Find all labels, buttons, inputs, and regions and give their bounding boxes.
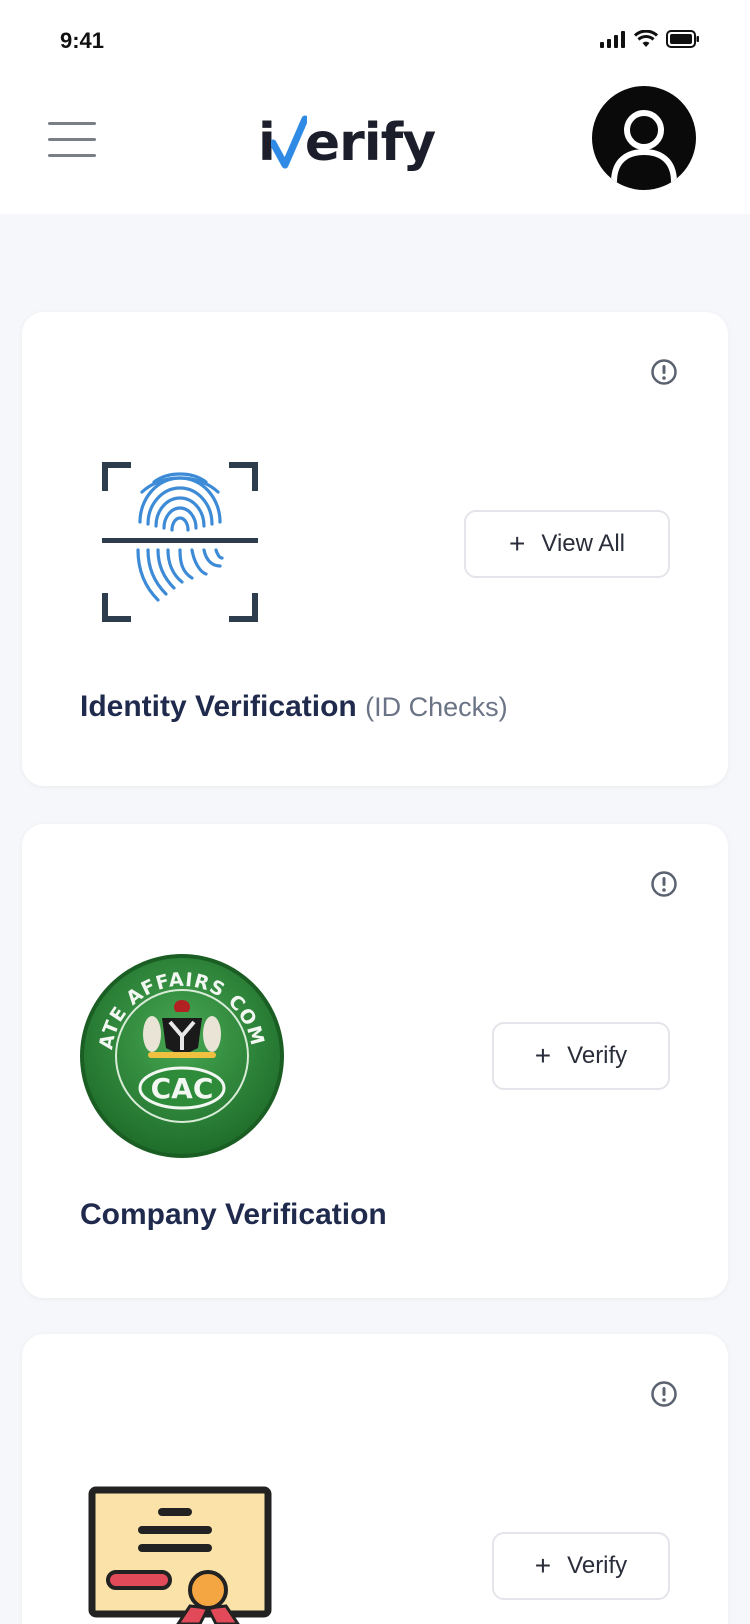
info-icon[interactable] bbox=[650, 358, 678, 386]
company-verification-title: Company Verification bbox=[80, 1198, 387, 1231]
checkmark-icon bbox=[270, 115, 307, 169]
menu-line-icon bbox=[48, 154, 96, 157]
status-bar: 9:41 bbox=[0, 0, 750, 84]
wifi-icon bbox=[634, 30, 658, 47]
plus-icon: + bbox=[509, 528, 526, 559]
verify-label: Verify bbox=[567, 1042, 628, 1069]
info-icon[interactable] bbox=[650, 870, 678, 898]
identity-verification-card[interactable]: + View All Identity Verification (ID Che… bbox=[22, 312, 728, 786]
menu-line-icon bbox=[48, 122, 96, 125]
verify-button[interactable]: + Verify bbox=[492, 1022, 670, 1090]
status-icons bbox=[600, 30, 700, 48]
certificate-icon bbox=[88, 1486, 272, 1624]
battery-icon bbox=[666, 30, 699, 48]
hamburger-menu-button[interactable] bbox=[48, 122, 96, 162]
company-verification-card[interactable]: CORPORATE AFFAIRS COMMISSION CAC + Verif… bbox=[22, 824, 728, 1298]
id-checks-subtitle: (ID Checks) bbox=[365, 692, 508, 722]
identity-verification-title: Identity Verification bbox=[80, 690, 357, 723]
plus-icon: + bbox=[534, 1550, 552, 1581]
logo-suffix: erify bbox=[304, 113, 436, 173]
verify-button[interactable]: + Verify bbox=[492, 1532, 670, 1600]
cac-logo: CORPORATE AFFAIRS COMMISSION CAC bbox=[78, 952, 284, 1158]
fingerprint-scan-icon bbox=[102, 462, 258, 622]
status-time: 9:41 bbox=[60, 28, 105, 53]
signal-icon bbox=[600, 31, 625, 48]
certificate-verification-card[interactable]: + Verify bbox=[22, 1334, 728, 1624]
info-icon[interactable] bbox=[650, 1380, 678, 1408]
iverify-logo: i erify bbox=[258, 108, 436, 178]
user-icon bbox=[611, 110, 677, 183]
view-all-label: View All bbox=[541, 530, 625, 557]
view-all-button[interactable]: + View All bbox=[464, 510, 670, 578]
plus-icon: + bbox=[534, 1040, 552, 1071]
cac-center-text: CAC bbox=[151, 1072, 214, 1105]
profile-avatar-button[interactable] bbox=[592, 86, 696, 190]
menu-line-icon bbox=[48, 138, 96, 141]
verify-label: Verify bbox=[567, 1552, 628, 1579]
card-title: Identity Verification (ID Checks) bbox=[80, 690, 508, 724]
